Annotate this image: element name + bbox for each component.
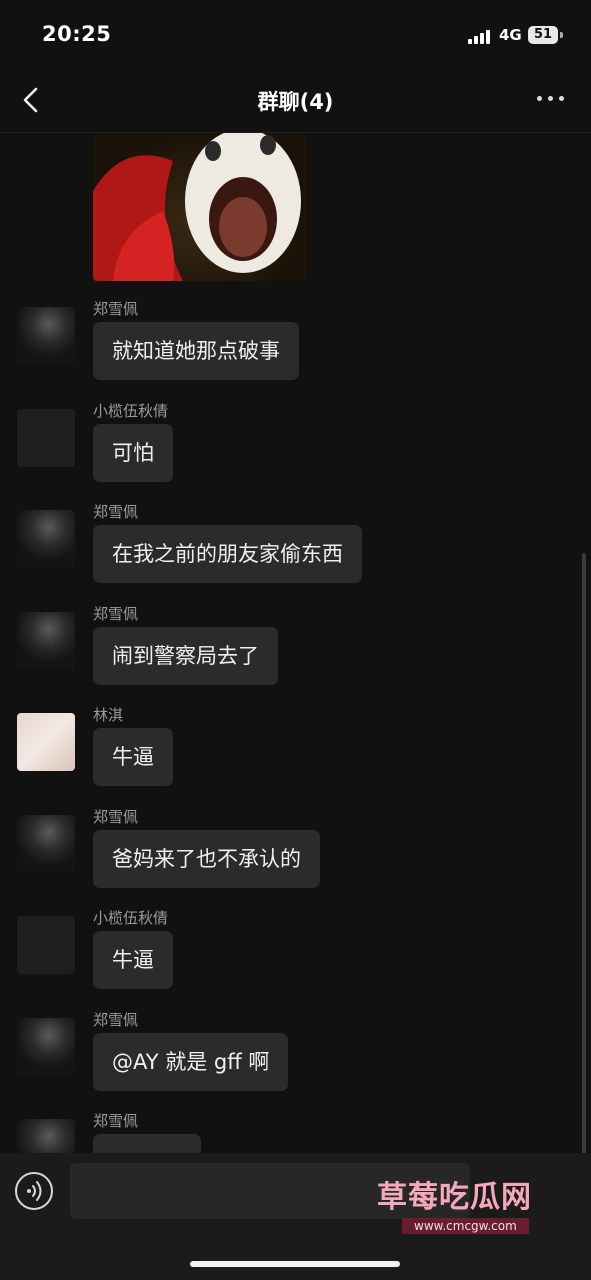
watermark: 草莓吃瓜网 www.cmcgw.com: [372, 1170, 572, 1240]
message-list[interactable]: 郑雪佩 就知道她那点破事 小榄伍秋倩 可怕 郑雪佩 在我之前的朋友家偷东西 郑雪…: [0, 133, 591, 1153]
message-item: 郑雪佩 爸妈来了也不承认的: [0, 806, 591, 906]
avatar[interactable]: [17, 1018, 75, 1076]
battery-tip: [560, 32, 563, 38]
battery-icon: 51: [528, 26, 558, 44]
avatar[interactable]: [17, 409, 75, 467]
avatar[interactable]: [17, 1119, 75, 1153]
home-indicator[interactable]: [190, 1261, 400, 1267]
message-bubble[interactable]: 在我之前的朋友家偷东西: [93, 525, 362, 583]
voice-icon[interactable]: [15, 1172, 53, 1210]
sender-name: 郑雪佩: [93, 1112, 139, 1130]
avatar[interactable]: [17, 815, 75, 873]
message-bubble[interactable]: 爸妈来了也不承认的: [93, 830, 320, 888]
network-type: 4G: [499, 26, 522, 44]
avatar[interactable]: [17, 612, 75, 670]
avatar[interactable]: [17, 916, 75, 974]
status-bar: 20:25 4G 51: [0, 0, 591, 70]
message-item: 郑雪佩 在我之前的朋友家偷东西: [0, 501, 591, 601]
message-item: 郑雪佩 @AY 就是 gff 啊: [0, 1009, 591, 1109]
scrollbar[interactable]: [582, 553, 586, 1153]
sender-name: 小榄伍秋倩: [93, 402, 169, 420]
message-bubble[interactable]: 牛逼: [93, 728, 173, 786]
sender-name: 郑雪佩: [93, 1011, 139, 1029]
sender-name: 小榄伍秋倩: [93, 909, 169, 927]
message-bubble[interactable]: @AY 就是 gff 啊: [93, 1033, 289, 1091]
sender-name: 郑雪佩: [93, 503, 139, 521]
avatar[interactable]: [17, 510, 75, 568]
signal-icon: [468, 30, 490, 44]
message-bubble[interactable]: 闹到警察局去了: [93, 627, 278, 685]
avatar[interactable]: [17, 307, 75, 365]
avatar[interactable]: [17, 713, 75, 771]
message-item: 林淇 牛逼: [0, 704, 591, 804]
message-item: 郑雪佩 闹到警察局去了: [0, 603, 591, 703]
sender-name: 林淇: [93, 706, 124, 724]
sender-name: 郑雪佩: [93, 808, 139, 826]
sender-name: 郑雪佩: [93, 605, 139, 623]
watermark-url: www.cmcgw.com: [402, 1218, 529, 1234]
message-bubble[interactable]: 就知道她那点破事: [93, 322, 299, 380]
chat-title: 群聊(4): [257, 90, 334, 114]
sender-name: 郑雪佩: [93, 300, 139, 318]
message-bubble[interactable]: [93, 1134, 201, 1153]
status-time: 20:25: [42, 22, 112, 46]
more-dots-icon[interactable]: [537, 96, 565, 104]
message-item: 小榄伍秋倩 可怕: [0, 400, 591, 500]
message-bubble[interactable]: 牛逼: [93, 931, 173, 989]
chat-header: 群聊(4): [0, 70, 591, 133]
message-item: 小榄伍秋倩 牛逼: [0, 907, 591, 1007]
message-bubble[interactable]: 可怕: [93, 424, 173, 482]
sticker-image[interactable]: [93, 133, 307, 281]
watermark-title: 草莓吃瓜网: [377, 1180, 532, 1215]
message-item: 郑雪佩: [0, 1110, 591, 1153]
message-item: 郑雪佩 就知道她那点破事: [0, 298, 591, 398]
